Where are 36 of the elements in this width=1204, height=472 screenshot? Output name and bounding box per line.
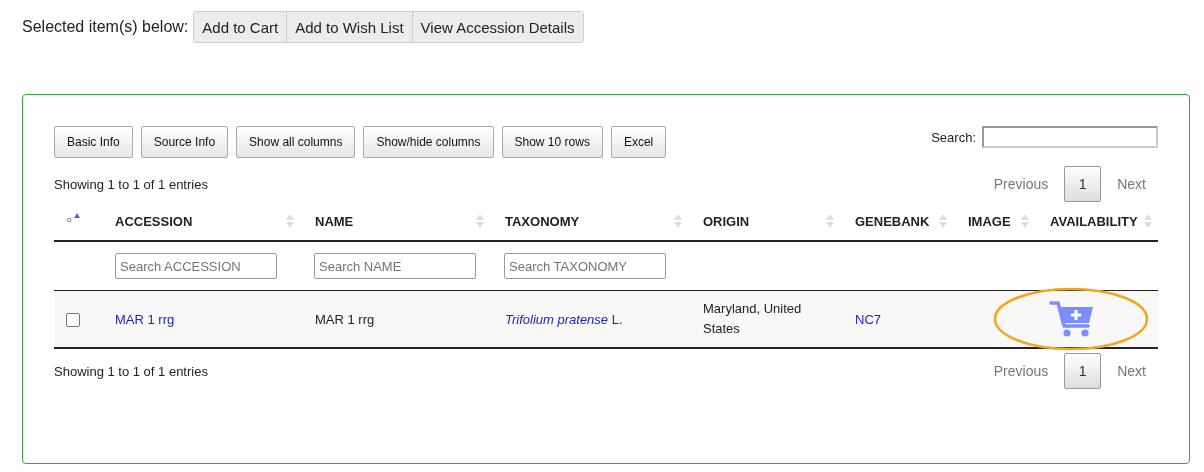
- entries-info: Showing 1 to 1 of 1 entries: [54, 176, 208, 192]
- column-header[interactable]: GENEBANK: [855, 213, 930, 229]
- column-header[interactable]: ORIGIN: [703, 213, 750, 229]
- accession-link[interactable]: MAR 1 rrg: [115, 311, 175, 327]
- add-to-cart-icon[interactable]: [1049, 299, 1095, 339]
- toolbar-button[interactable]: Excel: [610, 126, 667, 158]
- column-header[interactable]: IMAGE: [968, 213, 1011, 229]
- page-button[interactable]: 1: [1064, 166, 1102, 202]
- next-link[interactable]: Next: [1105, 176, 1158, 192]
- column-filter-field[interactable]: Search TAXONOMY: [504, 253, 666, 279]
- entries-info: Showing 1 to 1 of 1 entries: [54, 363, 208, 379]
- toolbar-button[interactable]: Show/hide columns: [363, 126, 494, 158]
- action-button[interactable]: View Accession Details: [411, 12, 583, 42]
- toolbar-button[interactable]: Source Info: [140, 126, 229, 158]
- genebank-link[interactable]: NC7: [855, 311, 881, 327]
- toolbar-button[interactable]: Show all columns: [236, 126, 356, 158]
- search-label: Search:: [931, 129, 976, 145]
- search-field[interactable]: [982, 126, 1158, 148]
- column-header[interactable]: AVAILABILITY: [1050, 213, 1138, 229]
- toolbar-button[interactable]: Basic Info: [54, 126, 133, 158]
- column-filter-field[interactable]: Search ACCESSION: [115, 253, 277, 279]
- page-button[interactable]: 1: [1064, 353, 1102, 389]
- previous-link[interactable]: Previous: [981, 363, 1061, 379]
- table-cell-text: Maryland, United States: [703, 300, 803, 338]
- column-header[interactable]: ACCESSION: [115, 213, 193, 229]
- sort-icon[interactable]: [66, 213, 82, 223]
- taxonomy-link[interactable]: Trifolium pratense L.: [505, 311, 623, 327]
- column-header[interactable]: TAXONOMY: [505, 213, 580, 229]
- column-filter-field[interactable]: Search NAME: [314, 253, 476, 279]
- row-checkbox[interactable]: [66, 312, 80, 327]
- toolbar-button[interactable]: Show 10 rows: [501, 126, 603, 158]
- selection-label: Selected item(s) below:: [22, 18, 189, 36]
- column-header[interactable]: NAME: [315, 213, 354, 229]
- next-link[interactable]: Next: [1105, 363, 1158, 379]
- previous-link[interactable]: Previous: [981, 176, 1061, 192]
- table-cell: MAR 1 rrg: [315, 311, 375, 327]
